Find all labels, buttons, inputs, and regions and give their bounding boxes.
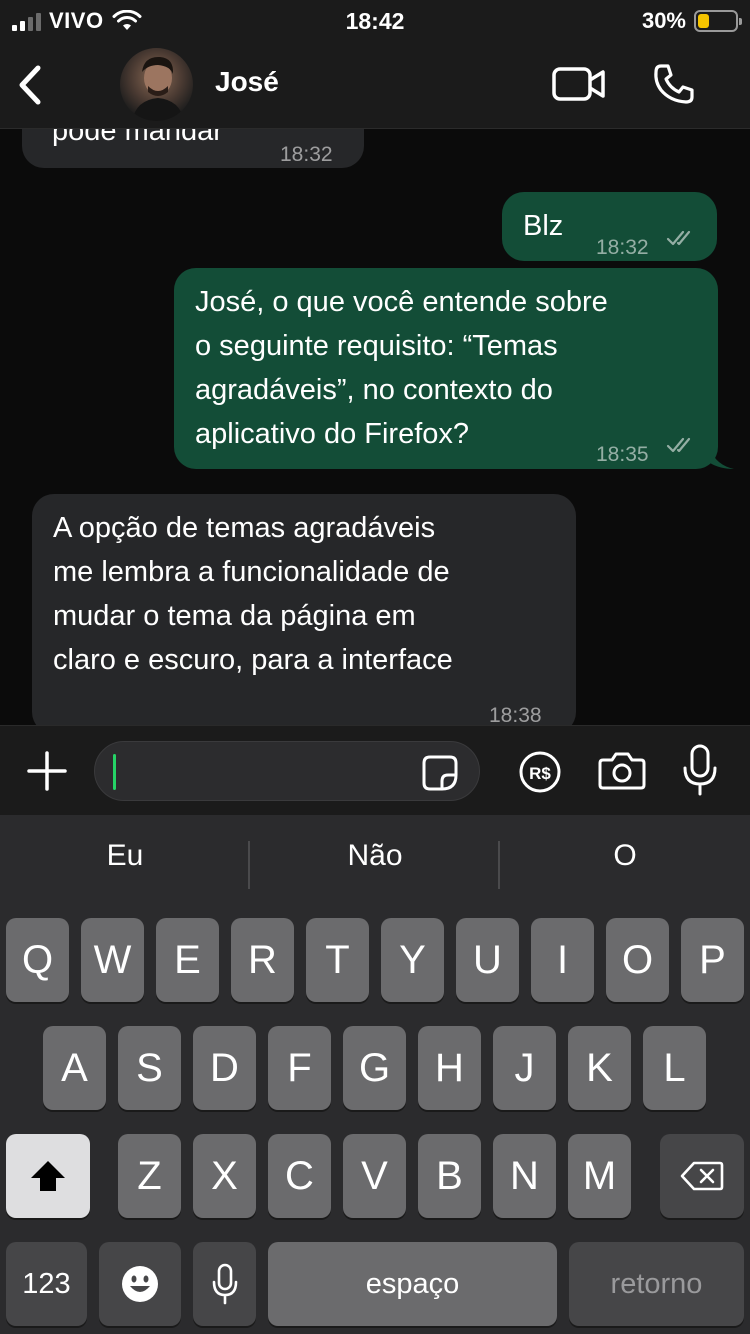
- back-icon[interactable]: [14, 62, 48, 108]
- backspace-icon: [680, 1161, 724, 1191]
- delete-key[interactable]: [660, 1134, 744, 1218]
- text-caret: [113, 754, 116, 790]
- bubble-tail: [710, 449, 734, 469]
- key-u[interactable]: U: [456, 918, 519, 1002]
- key-l[interactable]: L: [643, 1026, 706, 1110]
- suggestion-item[interactable]: O: [500, 839, 750, 873]
- numbers-key[interactable]: 123: [6, 1242, 87, 1326]
- key-o[interactable]: O: [606, 918, 669, 1002]
- key-m[interactable]: M: [568, 1134, 631, 1218]
- shift-key[interactable]: [6, 1134, 90, 1218]
- message-outgoing[interactable]: José, o que você entende sobre o seguint…: [174, 268, 718, 469]
- chat-header: José: [0, 44, 750, 129]
- battery-fill: [698, 14, 709, 28]
- sticker-icon[interactable]: [421, 754, 459, 792]
- key-g[interactable]: G: [343, 1026, 406, 1110]
- message-text: A opção de temas agradáveis me lembra a …: [53, 506, 453, 682]
- composer-bar: R$: [0, 725, 750, 815]
- contact-name[interactable]: José: [215, 66, 279, 98]
- message-text: José, o que você entende sobre o seguint…: [195, 280, 608, 456]
- message-incoming[interactable]: A opção de temas agradáveis me lembra a …: [32, 494, 576, 725]
- shift-icon: [31, 1161, 65, 1191]
- video-call-icon[interactable]: [552, 66, 606, 102]
- key-y[interactable]: Y: [381, 918, 444, 1002]
- message-line: o seguinte requisito: “Temas: [195, 330, 558, 362]
- key-c[interactable]: C: [268, 1134, 331, 1218]
- read-ticks-icon: [666, 230, 691, 246]
- message-input[interactable]: [94, 741, 480, 801]
- key-d[interactable]: D: [193, 1026, 256, 1110]
- space-key[interactable]: espaço: [268, 1242, 557, 1326]
- suggestion-item[interactable]: Eu: [0, 839, 250, 873]
- key-z[interactable]: Z: [118, 1134, 181, 1218]
- message-line: aplicativo do Firefox?: [195, 418, 470, 450]
- key-p[interactable]: P: [681, 918, 744, 1002]
- avatar[interactable]: [120, 48, 193, 121]
- suggestion-item[interactable]: Não: [250, 839, 500, 873]
- key-w[interactable]: W: [81, 918, 144, 1002]
- camera-icon[interactable]: [598, 750, 646, 790]
- battery-percent: 30%: [641, 8, 686, 33]
- message-time: 18:32: [596, 236, 649, 259]
- key-j[interactable]: J: [493, 1026, 556, 1110]
- status-bar: VIVO 18:42 30%: [0, 0, 750, 44]
- message-line: agradáveis”, no contexto do: [195, 374, 553, 406]
- message-text: pode mandar: [52, 129, 223, 147]
- key-f[interactable]: F: [268, 1026, 331, 1110]
- dictation-mic-icon: [212, 1263, 237, 1305]
- microphone-icon[interactable]: [682, 744, 718, 796]
- key-b[interactable]: B: [418, 1134, 481, 1218]
- message-outgoing[interactable]: Blz 18:32: [502, 192, 717, 261]
- dictation-key[interactable]: [193, 1242, 256, 1326]
- message-line: claro e escuro, para a interface: [53, 644, 453, 676]
- key-k[interactable]: K: [568, 1026, 631, 1110]
- key-r[interactable]: R: [231, 918, 294, 1002]
- message-incoming[interactable]: pode mandar 18:32: [22, 129, 364, 168]
- key-q[interactable]: Q: [6, 918, 69, 1002]
- message-line: mudar o tema da página em: [53, 600, 416, 632]
- suggestion-bar: Eu Não O: [0, 815, 750, 915]
- read-ticks-icon: [666, 437, 691, 453]
- key-n[interactable]: N: [493, 1134, 556, 1218]
- key-e[interactable]: E: [156, 918, 219, 1002]
- emoji-key[interactable]: [99, 1242, 181, 1326]
- keyboard: Eu Não O Q W E R T Y U I O P A S D F G H…: [0, 815, 750, 1334]
- return-key[interactable]: retorno: [569, 1242, 744, 1326]
- message-time: 18:35: [596, 443, 649, 466]
- svg-text:R$: R$: [529, 764, 551, 783]
- message-line: A opção de temas agradáveis: [53, 512, 436, 544]
- message-time: 18:32: [280, 143, 333, 166]
- phone-call-icon[interactable]: [652, 62, 696, 106]
- emoji-icon: [122, 1266, 158, 1302]
- key-v[interactable]: V: [343, 1134, 406, 1218]
- status-time: 18:42: [345, 8, 405, 34]
- avatar-image: [132, 56, 184, 121]
- message-line: me lembra a funcionalidade de: [53, 556, 450, 588]
- key-i[interactable]: I: [531, 918, 594, 1002]
- payment-icon[interactable]: R$: [518, 750, 562, 794]
- message-time: 18:38: [489, 704, 542, 725]
- key-a[interactable]: A: [43, 1026, 106, 1110]
- battery-icon: [694, 10, 742, 32]
- status-right: 30%: [641, 8, 742, 34]
- message-text: Blz: [523, 210, 564, 242]
- key-t[interactable]: T: [306, 918, 369, 1002]
- key-x[interactable]: X: [193, 1134, 256, 1218]
- attach-plus-icon[interactable]: [26, 750, 68, 792]
- message-line: José, o que você entende sobre: [195, 286, 608, 318]
- key-s[interactable]: S: [118, 1026, 181, 1110]
- message-list[interactable]: pode mandar 18:32 Blz 18:32 José, o que …: [0, 129, 750, 725]
- key-h[interactable]: H: [418, 1026, 481, 1110]
